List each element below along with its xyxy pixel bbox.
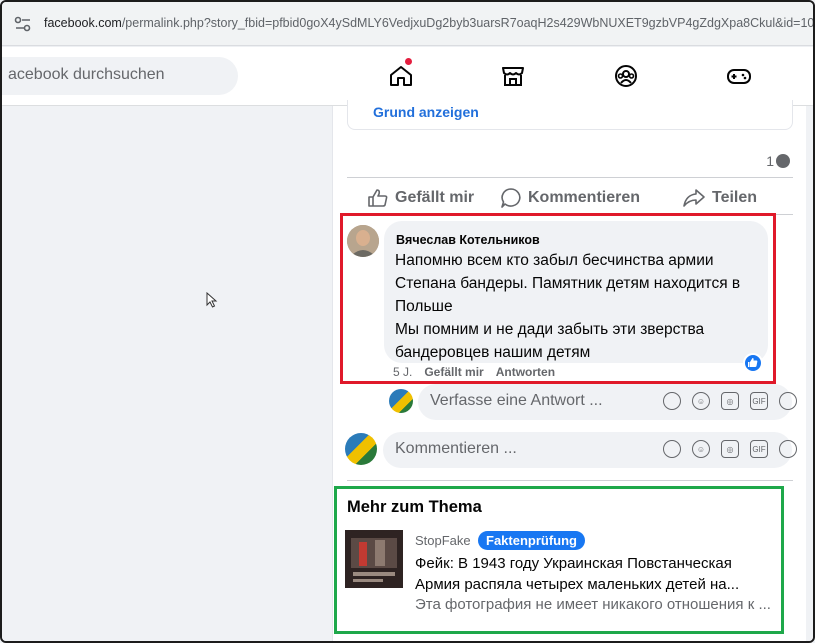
like-label: Gefällt mir (395, 189, 475, 206)
sticker-icon[interactable] (779, 440, 797, 458)
emoji-icon[interactable]: ☺ (692, 392, 710, 410)
like-button[interactable]: Gefällt mir (367, 186, 474, 210)
thumbs-up-icon (368, 189, 388, 207)
notification-dot (405, 58, 412, 65)
mouse-cursor-icon (206, 292, 218, 308)
comment-input[interactable]: Kommentieren ... ☺ ◎ GIF (383, 432, 797, 468)
url-text[interactable]: facebook.com/permalink.php?story_fbid=pf… (44, 16, 815, 30)
reply-input[interactable]: Verfasse eine Antwort ... ☺ ◎ GIF (418, 384, 797, 420)
divider (347, 177, 793, 178)
home-icon[interactable] (388, 64, 414, 88)
share-arrow-icon (683, 189, 705, 207)
comment-count-icon (776, 154, 790, 168)
search-input[interactable]: acebook durchsuchen (8, 66, 165, 84)
comment-label: Kommentieren (528, 189, 641, 206)
user-avatar[interactable] (345, 433, 377, 465)
right-gutter (806, 106, 813, 641)
site-settings-icon[interactable] (14, 16, 32, 32)
comment-count[interactable]: 1 (766, 153, 774, 169)
show-reason-link[interactable]: Grund anzeigen (373, 104, 479, 120)
divider (347, 480, 793, 481)
window-frame: facebook.com/permalink.php?story_fbid=pf… (0, 0, 815, 643)
gif-icon[interactable]: GIF (750, 440, 768, 458)
share-button[interactable]: Teilen (682, 186, 757, 210)
camera-icon[interactable]: ◎ (721, 440, 739, 458)
user-avatar[interactable] (389, 389, 413, 413)
browser-address-bar[interactable]: facebook.com/permalink.php?story_fbid=pf… (2, 2, 813, 46)
facebook-top-nav: acebook durchsuchen (2, 47, 813, 105)
gif-icon[interactable]: GIF (750, 392, 768, 410)
comment-placeholder: Kommentieren ... (395, 440, 517, 457)
avatar-sticker-icon[interactable] (663, 440, 681, 458)
reply-placeholder: Verfasse eine Antwort ... (430, 392, 603, 409)
url-host: facebook.com (44, 16, 122, 30)
comment-tools: ☺ ◎ GIF (663, 440, 797, 458)
share-label: Teilen (712, 189, 758, 206)
gaming-icon[interactable] (726, 64, 752, 88)
avatar-sticker-icon[interactable] (663, 392, 681, 410)
red-highlight-box (340, 213, 776, 384)
comment-bubble-icon (501, 188, 521, 208)
green-highlight-box (334, 486, 784, 634)
emoji-icon[interactable]: ☺ (692, 440, 710, 458)
sticker-icon[interactable] (779, 392, 797, 410)
comment-button[interactable]: Kommentieren (500, 186, 640, 210)
reply-tools: ☺ ◎ GIF (663, 392, 797, 410)
marketplace-icon[interactable] (500, 64, 526, 88)
url-path: /permalink.php?story_fbid=pfbid0goX4ySdM… (121, 16, 815, 30)
left-background (2, 106, 332, 641)
groups-icon[interactable] (613, 64, 639, 88)
camera-icon[interactable]: ◎ (721, 392, 739, 410)
